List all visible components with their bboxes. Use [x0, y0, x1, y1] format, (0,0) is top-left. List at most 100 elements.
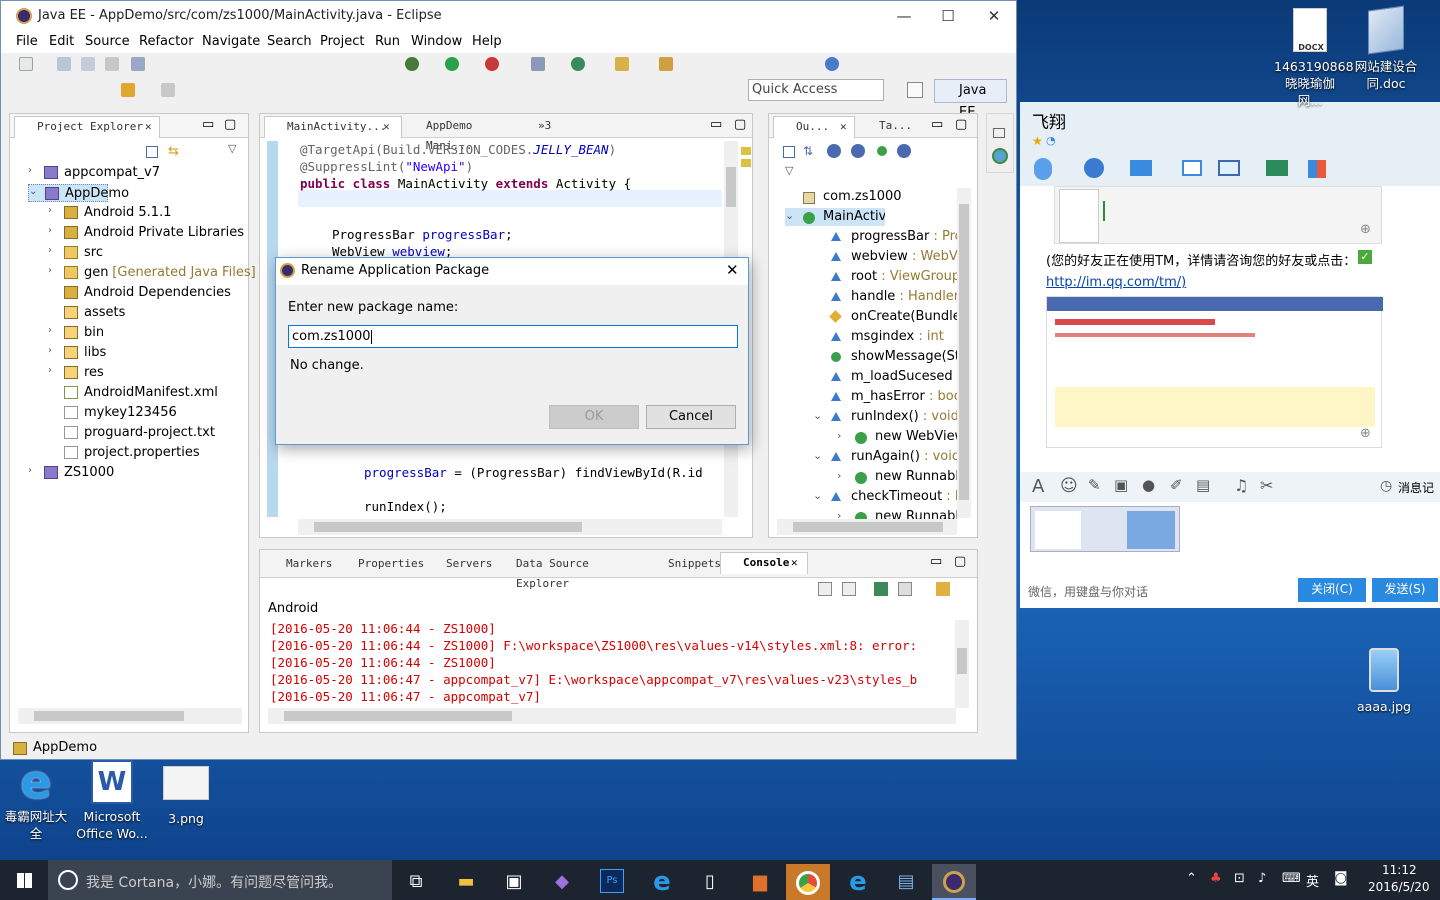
- tree-item[interactable]: Android Dependencies: [48, 284, 248, 302]
- display-console-icon[interactable]: [898, 582, 912, 596]
- expanded-icon[interactable]: ⌄: [785, 209, 794, 222]
- tab-outline[interactable]: Ou... ✕: [773, 116, 855, 138]
- close-tab-icon[interactable]: ✕: [791, 553, 798, 573]
- open-perspective-icon[interactable]: [907, 82, 923, 98]
- menu-project[interactable]: Project: [320, 34, 364, 49]
- outline-item[interactable]: showMessage(St: [813, 348, 957, 366]
- warning-marker-icon[interactable]: [741, 147, 751, 155]
- hide-local-types-icon[interactable]: [897, 144, 911, 158]
- outline-item[interactable]: m_loadSucesed: [813, 368, 957, 386]
- link-editor-icon[interactable]: ⇆: [168, 144, 184, 159]
- menu-search[interactable]: Search: [267, 34, 312, 49]
- restore-icon[interactable]: [993, 128, 1005, 138]
- outline-item[interactable]: com.zs1000: [785, 188, 957, 206]
- outline-item[interactable]: ⌄ runIndex() : void: [813, 408, 957, 426]
- collapsed-icon[interactable]: ›: [837, 429, 841, 442]
- apps-icon[interactable]: [1308, 160, 1326, 178]
- collapsed-icon[interactable]: ›: [48, 265, 52, 276]
- zoom-icon[interactable]: ⊕: [1360, 222, 1371, 237]
- tree-item[interactable]: project.properties: [48, 444, 248, 462]
- outline-item[interactable]: webview : WebVi: [813, 248, 957, 266]
- chrome-icon[interactable]: [786, 864, 830, 900]
- close-tab-icon[interactable]: ✕: [840, 117, 847, 137]
- outline-hscrollbar[interactable]: [777, 519, 957, 535]
- send-button[interactable]: 发送(S): [1372, 578, 1438, 602]
- tree-item[interactable]: › ZS1000: [28, 464, 228, 482]
- save-icon[interactable]: [57, 57, 71, 71]
- emoji-icon[interactable]: ☺: [1060, 476, 1078, 496]
- tab-data-source-explorer[interactable]: Data Source Explorer: [494, 554, 642, 590]
- outline-item[interactable]: msgindex : int: [813, 328, 957, 346]
- close-button[interactable]: ✕: [979, 5, 1009, 27]
- sort-icon[interactable]: ⇅: [803, 144, 813, 158]
- desktop-icon-duba[interactable]: e 毒霸网址大 全: [0, 759, 72, 842]
- edit-icon[interactable]: ✐: [1170, 476, 1183, 494]
- tray-up-icon[interactable]: ⌃: [1186, 871, 1197, 886]
- tab-mainactivity[interactable]: MainActivity... ✕: [264, 116, 402, 138]
- edge-icon[interactable]: e: [640, 864, 684, 900]
- cortana-search[interactable]: 我是 Cortana，小娜。有问题尽管问我。: [48, 860, 392, 900]
- back-icon[interactable]: [121, 83, 135, 97]
- ie-icon[interactable]: e: [836, 864, 880, 900]
- outline-item[interactable]: m_hasError : boo: [813, 388, 957, 406]
- view-menu-icon[interactable]: ▽: [785, 164, 793, 177]
- run-external-icon[interactable]: [485, 57, 499, 71]
- tab-console[interactable]: Console ✕: [720, 552, 808, 574]
- close-tab-icon[interactable]: ✕: [383, 117, 390, 137]
- tray-app-icon[interactable]: ♣: [1210, 871, 1222, 886]
- outline-item[interactable]: ⌄ checkTimeout : R: [813, 488, 957, 506]
- maximize-view-icon[interactable]: ▢: [224, 117, 236, 132]
- editor-hscrollbar[interactable]: [298, 519, 722, 535]
- pin-console-icon[interactable]: [874, 582, 888, 596]
- store-icon[interactable]: ▣: [492, 864, 536, 900]
- font-icon[interactable]: A: [1032, 476, 1044, 497]
- scissors-icon[interactable]: ✂: [1260, 476, 1273, 495]
- expanded-icon[interactable]: ⌄: [813, 409, 822, 422]
- tree-item[interactable]: › appcompat_v7: [28, 164, 228, 182]
- tree-item[interactable]: AndroidManifest.xml: [48, 384, 248, 402]
- new-icon[interactable]: [19, 57, 33, 71]
- outline-item[interactable]: onCreate(Bundle): [813, 308, 957, 326]
- music-icon[interactable]: ♫: [1234, 476, 1248, 495]
- collapse-all-icon[interactable]: [783, 146, 795, 158]
- tree-item[interactable]: › Android 5.1.1: [48, 204, 248, 222]
- close-tab-icon[interactable]: ✕: [145, 117, 152, 137]
- outline-item[interactable]: ⌄ runAgain() : void: [813, 448, 957, 466]
- desktop-icon-word[interactable]: W Microsoft Office Wo...: [76, 760, 148, 842]
- clock-date[interactable]: 2016/5/20: [1368, 880, 1430, 894]
- tree-item[interactable]: › bin: [48, 324, 248, 342]
- collapsed-icon[interactable]: ›: [28, 165, 32, 176]
- file-transfer-icon[interactable]: [1130, 160, 1152, 176]
- outline-item[interactable]: progressBar : Pro: [813, 228, 957, 246]
- mic-icon[interactable]: ●: [1142, 476, 1155, 494]
- desktop-icon-docx[interactable]: DOCX 1463190868 晓晓瑜伽网...: [1274, 8, 1354, 109]
- hide-fields-icon[interactable]: [827, 144, 841, 158]
- hide-static-icon[interactable]: [851, 144, 865, 158]
- tree-item[interactable]: ⌄ AppDemo: [28, 184, 129, 202]
- minimize-view-icon[interactable]: ▭: [202, 117, 214, 132]
- minimize-button[interactable]: —: [889, 5, 919, 27]
- menu-help[interactable]: Help: [472, 34, 502, 49]
- start-button[interactable]: [0, 860, 48, 900]
- scroll-lock-icon[interactable]: [842, 582, 856, 596]
- screenshot-thumbnail[interactable]: [1054, 186, 1382, 244]
- quick-access-field[interactable]: Quick Access: [748, 79, 884, 101]
- notepad-icon[interactable]: ▯: [688, 864, 732, 900]
- console-hscrollbar[interactable]: [268, 708, 956, 724]
- console-vscrollbar[interactable]: [955, 620, 969, 708]
- menu-edit[interactable]: Edit: [49, 34, 74, 49]
- debug-icon[interactable]: [405, 57, 419, 71]
- menu-source[interactable]: Source: [85, 34, 130, 49]
- view-menu-icon[interactable]: ▽: [228, 142, 236, 155]
- collapsed-icon[interactable]: ›: [48, 225, 52, 236]
- expanded-icon[interactable]: ⌄: [813, 449, 822, 462]
- collapsed-icon[interactable]: ›: [837, 469, 841, 482]
- warning-marker-icon[interactable]: [741, 159, 751, 167]
- minimize-view-icon[interactable]: ▭: [930, 554, 942, 569]
- tree-item[interactable]: › libs: [48, 344, 248, 362]
- print-icon[interactable]: [105, 57, 119, 71]
- tree-item[interactable]: › src: [48, 244, 248, 262]
- shake-icon[interactable]: ✎: [1088, 476, 1101, 494]
- collapse-all-icon[interactable]: [146, 146, 158, 158]
- zoom-icon[interactable]: ⊕: [1360, 426, 1371, 441]
